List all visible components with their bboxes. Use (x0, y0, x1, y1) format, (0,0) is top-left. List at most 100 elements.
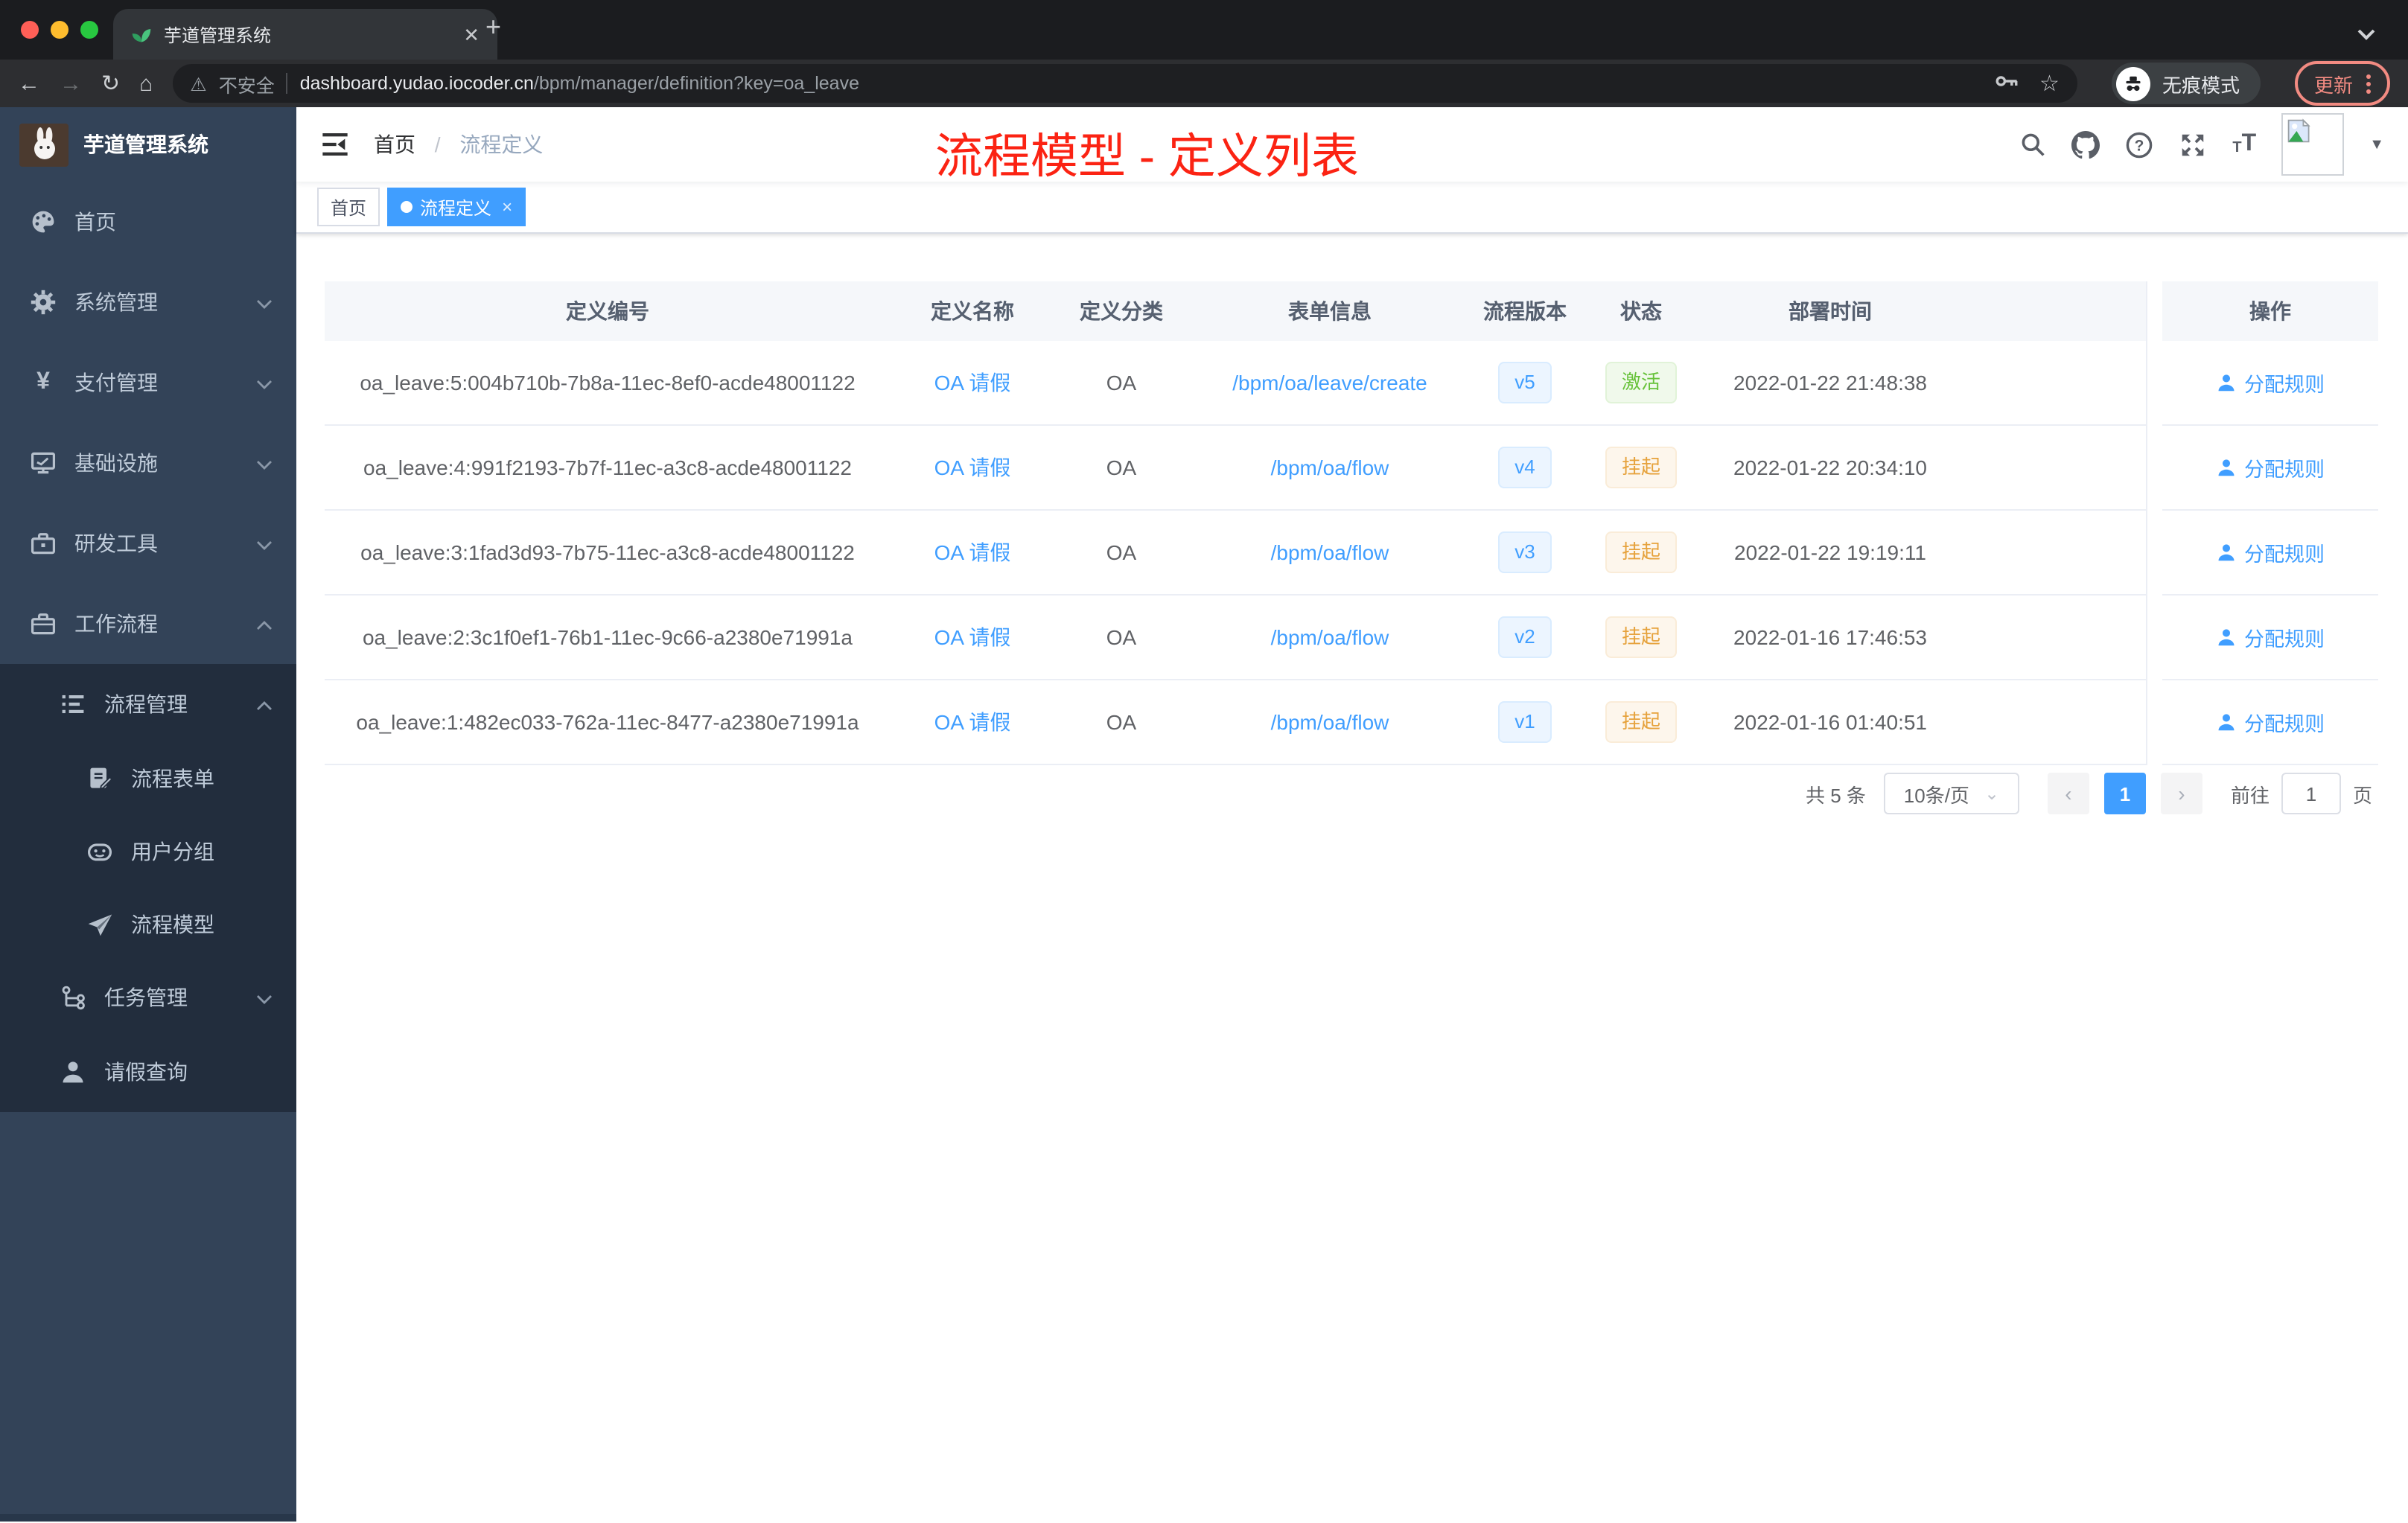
page-content: 定义编号 定义名称 定义分类 表单信息 流程版本 状态 部署时间 操作 oa_l… (296, 234, 2408, 1523)
back-icon[interactable]: ← (18, 72, 40, 95)
version-cell: v5 (1471, 341, 1579, 426)
column-header: 状态 (1579, 281, 1704, 341)
url-host: dashboard.yudao.iocoder.cn (299, 73, 534, 94)
definition-name-link[interactable]: OA 请假 (934, 453, 1011, 482)
browser-tab[interactable]: 芋道管理系统 ✕ (113, 9, 497, 60)
reload-icon[interactable]: ↻ (101, 72, 120, 95)
tag-process-definition[interactable]: 流程定义 × (387, 188, 526, 226)
definition-category-cell: OA (1054, 341, 1188, 426)
sidebar-item-process-management[interactable]: 流程管理 (0, 667, 296, 741)
next-page-button[interactable]: › (2160, 773, 2202, 814)
assign-rule-button[interactable]: 分配规则 (2216, 453, 2325, 482)
column-header: 流程版本 (1471, 281, 1579, 341)
table-row: oa_leave:4:991f2193-7b7f-11ec-a3c8-acde4… (325, 426, 2378, 511)
sidebar-item-system[interactable]: 系统管理 (0, 262, 296, 342)
sidebar-collapse-icon[interactable] (320, 130, 350, 159)
app-logo[interactable]: 芋道管理系统 (0, 107, 296, 182)
sidebar-item-workflow[interactable]: 工作流程 (0, 584, 296, 664)
form-info-link[interactable]: /bpm/oa/leave/create (1232, 371, 1427, 395)
status-cell: 挂起 (1579, 596, 1704, 680)
tag-close-icon[interactable]: × (502, 197, 512, 217)
incognito-label: 无痕模式 (2162, 74, 2240, 96)
tab-close-icon[interactable]: ✕ (463, 25, 480, 44)
version-cell: v3 (1471, 511, 1579, 596)
person-icon (2216, 457, 2237, 478)
chevron-up-icon (256, 692, 273, 716)
font-size-icon[interactable]: TT (2232, 132, 2256, 156)
security-label[interactable]: 不安全 (219, 69, 275, 98)
sidebar-item-devtools[interactable]: 研发工具 (0, 503, 296, 584)
table-row: oa_leave:5:004b710b-7b8a-11ec-8ef0-acde4… (325, 341, 2378, 426)
screen: 芋道管理系统 ✕ + ← → ↻ ⌂ ⚠ 不安全 dashboard.yudao… (0, 0, 2408, 1523)
definition-name-link[interactable]: OA 请假 (934, 537, 1011, 567)
definition-id-cell: oa_leave:1:482ec033-762a-11ec-8477-a2380… (325, 680, 891, 765)
sidebar-item-user-group[interactable]: 用户分组 (0, 814, 296, 887)
definition-name-cell: OA 请假 (891, 341, 1054, 426)
assign-rule-label: 分配规则 (2244, 374, 2325, 396)
definition-category-cell: OA (1054, 680, 1188, 765)
form-info-cell: /bpm/oa/flow (1188, 680, 1471, 765)
form-info-link[interactable]: /bpm/oa/flow (1271, 540, 1389, 564)
sidebar-item-process-model[interactable]: 流程模型 (0, 887, 296, 960)
sidebar-item-infrastructure[interactable]: 基础设施 (0, 423, 296, 503)
form-info-link[interactable]: /bpm/oa/flow (1271, 710, 1389, 734)
github-icon[interactable] (2071, 130, 2100, 159)
zoom-window-button[interactable] (80, 21, 98, 39)
chrome-update-button[interactable]: 更新 (2294, 61, 2390, 106)
tab-search-chevron-icon[interactable] (2357, 21, 2375, 48)
sidebar-item-task-management[interactable]: 任务管理 (0, 960, 296, 1035)
definition-name-link[interactable]: OA 请假 (934, 368, 1011, 397)
address-bar[interactable]: ⚠ 不安全 dashboard.yudao.iocoder.cn/bpm/man… (172, 64, 2077, 103)
form-info-link[interactable]: /bpm/oa/flow (1271, 456, 1389, 479)
assign-rule-button[interactable]: 分配规则 (2216, 368, 2325, 397)
home-icon[interactable]: ⌂ (139, 72, 153, 95)
definition-name-cell: OA 请假 (891, 680, 1054, 765)
breadcrumb-home[interactable]: 首页 (374, 132, 415, 156)
form-info-cell: /bpm/oa/flow (1188, 596, 1471, 680)
prev-page-button[interactable]: ‹ (2047, 773, 2089, 814)
browser-menu-icon[interactable] (2366, 74, 2371, 93)
sidebar-item-process-form[interactable]: 流程表单 (0, 741, 296, 814)
assign-rule-button[interactable]: 分配规则 (2216, 537, 2325, 567)
version-cell: v4 (1471, 426, 1579, 511)
update-label[interactable]: 更新 (2314, 69, 2353, 98)
sidebar-item-home[interactable]: 首页 (0, 182, 296, 262)
tag-home[interactable]: 首页 (317, 188, 380, 226)
avatar-caret-icon[interactable]: ▼ (2369, 136, 2384, 153)
close-window-button[interactable] (21, 21, 39, 39)
help-icon[interactable]: ? (2125, 130, 2153, 159)
new-tab-button[interactable]: + (485, 12, 501, 43)
status-badge: 激活 (1605, 362, 1677, 403)
bookmark-star-icon[interactable]: ☆ (2039, 70, 2060, 97)
robot-face-icon (86, 837, 113, 864)
page-url[interactable]: dashboard.yudao.iocoder.cn/bpm/manager/d… (300, 73, 859, 94)
assign-rule-label: 分配规则 (2244, 543, 2325, 566)
action-cell: 分配规则 (2162, 680, 2378, 765)
sidebar-item-label: 流程表单 (131, 766, 214, 790)
row-gutter (2146, 511, 2162, 596)
forward-icon[interactable]: → (60, 72, 82, 95)
key-icon[interactable] (1993, 68, 2019, 98)
sidebar-item-label: 首页 (74, 210, 116, 234)
assign-rule-button[interactable]: 分配规则 (2216, 622, 2325, 652)
assign-rule-button[interactable]: 分配规则 (2216, 707, 2325, 737)
omnibox-divider (286, 73, 288, 94)
fullscreen-icon[interactable] (2179, 130, 2207, 159)
avatar[interactable] (2281, 113, 2345, 176)
row-gutter (2146, 596, 2162, 680)
definition-name-link[interactable]: OA 请假 (934, 622, 1011, 652)
goto-page-input[interactable]: 1 (2281, 773, 2341, 814)
minimize-window-button[interactable] (51, 21, 69, 39)
form-info-link[interactable]: /bpm/oa/flow (1271, 625, 1389, 649)
sidebar-item-leave-query[interactable]: 请假查询 (0, 1035, 296, 1109)
sidebar-item-payment[interactable]: ¥ 支付管理 (0, 342, 296, 423)
sidebar-item-label: 系统管理 (74, 290, 158, 314)
search-icon[interactable] (2019, 131, 2046, 158)
column-header: 定义编号 (325, 281, 891, 341)
window-controls[interactable] (21, 21, 98, 39)
person-icon (2216, 627, 2237, 648)
current-page-button[interactable]: 1 (2103, 773, 2146, 814)
page-size-select[interactable]: 10条/页 ⌄ (1883, 773, 2019, 814)
definition-name-link[interactable]: OA 请假 (934, 707, 1011, 737)
column-gutter (2146, 281, 2162, 341)
